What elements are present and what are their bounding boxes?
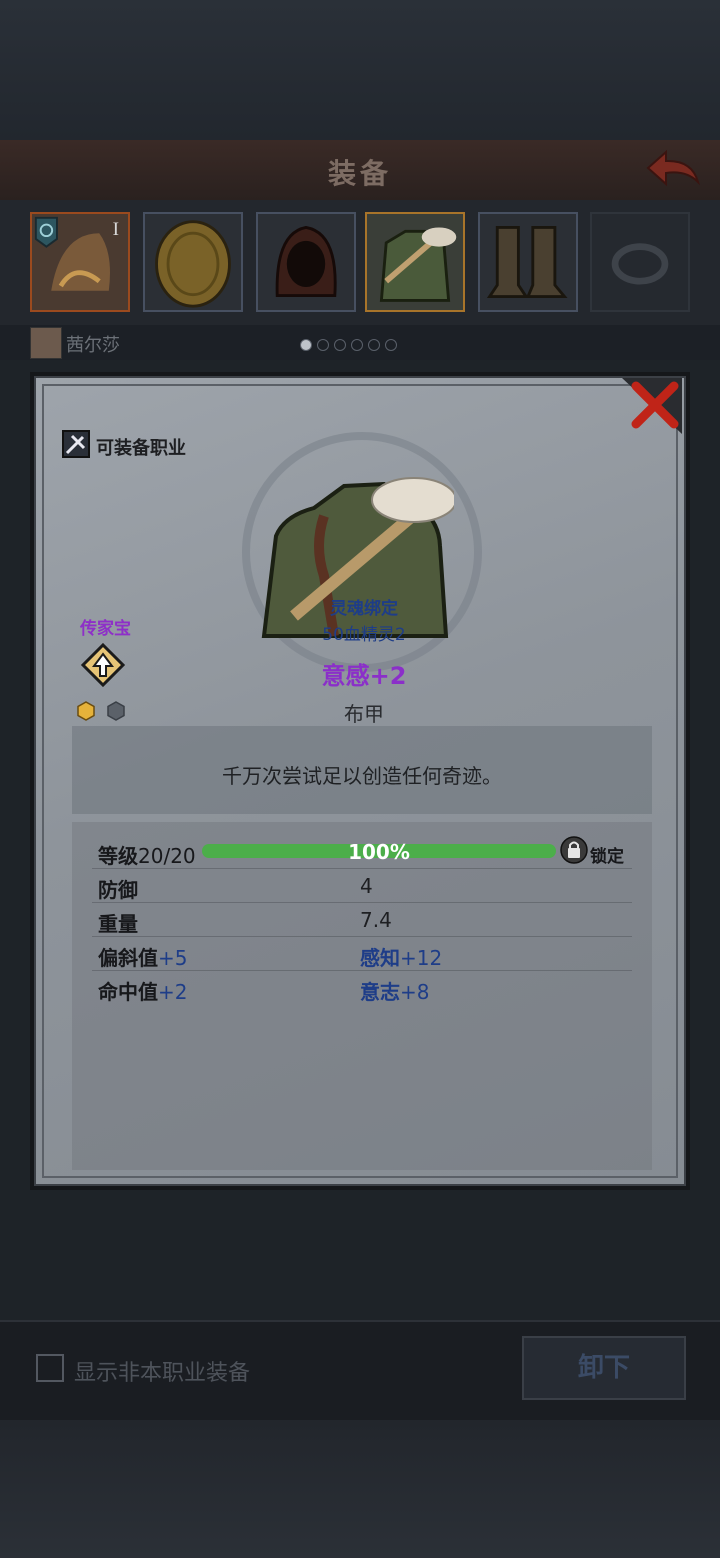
item-bonus: 意感+2: [321, 662, 407, 690]
page-dot: [351, 339, 363, 351]
page-title: 装备: [327, 157, 392, 190]
level-label: 等级20/20: [98, 844, 196, 868]
boots-icon: [480, 214, 576, 310]
character-name: 茜尔莎: [66, 335, 120, 356]
ring-icon: [592, 214, 688, 310]
attribute-right: 感知+12: [360, 946, 443, 970]
stat-name: 防御: [98, 878, 138, 902]
helmet-icon: I: [32, 214, 128, 310]
shield-icon: [145, 214, 241, 310]
stat-row: 防御 4: [92, 868, 632, 903]
stat-value: 4: [360, 874, 373, 898]
heirloom-label: 传家宝: [80, 619, 131, 639]
back-arrow-icon[interactable]: [644, 148, 702, 190]
slot-rank-label: I: [113, 219, 119, 240]
hood-icon: [258, 214, 354, 310]
soulbind-subtitle: 50血精灵2: [322, 625, 406, 645]
armor-icon: [367, 214, 463, 310]
stats-box: 等级20/20 100% 锁定 防御 4 重量 7.4 偏斜值+5 感知+12 …: [72, 822, 652, 1170]
stat-row: 重量 7.4: [92, 902, 632, 937]
attribute-right: 意志+8: [360, 980, 430, 1004]
slot-hood[interactable]: [256, 212, 356, 312]
level-progress-text: 100%: [348, 840, 410, 864]
attribute-row: 命中值+2 意志+8: [92, 970, 632, 1004]
top-background: [0, 0, 720, 140]
attribute-left: 命中值+2: [98, 980, 188, 1004]
show-non-class-checkbox[interactable]: [36, 1354, 64, 1382]
item-detail-panel: 可装备职业 灵魂绑定 50血精灵2 传家宝 意感+2 布甲 千万次尝试足以创造任…: [30, 372, 690, 1190]
equippable-class-label[interactable]: 可装备职业: [96, 434, 186, 460]
equipment-slot-bar: I: [0, 200, 720, 325]
level-row: 等级20/20 100% 锁定: [92, 834, 632, 869]
unequip-button[interactable]: 卸下: [522, 1336, 686, 1400]
flavor-box: 千万次尝试足以创造任何奇迹。: [72, 726, 652, 814]
page-dot: [368, 339, 380, 351]
soulbind-title: 灵魂绑定: [330, 599, 398, 619]
slot-armor[interactable]: [365, 212, 465, 312]
slot-shield[interactable]: [143, 212, 243, 312]
item-type: 布甲: [344, 702, 384, 726]
show-non-class-label[interactable]: 显示非本职业装备: [74, 1355, 250, 1387]
page-dot: [300, 339, 312, 351]
page-dot: [317, 339, 329, 351]
slot-ring[interactable]: [590, 212, 690, 312]
stat-value: 7.4: [360, 908, 392, 932]
bottom-background: [0, 1420, 720, 1558]
attribute-row: 偏斜值+5 感知+12: [92, 936, 632, 971]
slot-helmet[interactable]: I: [30, 212, 130, 312]
page-dot: [334, 339, 346, 351]
stat-name: 重量: [98, 912, 138, 936]
lock-icon[interactable]: [560, 836, 588, 864]
page-dot: [385, 339, 397, 351]
header-bar: 装备: [0, 140, 720, 202]
page-indicator: [300, 336, 402, 355]
class-icon: [62, 430, 90, 458]
flavor-text: 千万次尝试足以创造任何奇迹。: [222, 764, 502, 788]
attribute-left: 偏斜值+5: [98, 946, 188, 970]
slot-boots[interactable]: [478, 212, 578, 312]
character-avatar[interactable]: [30, 327, 62, 359]
lock-label[interactable]: 锁定: [590, 842, 624, 867]
close-icon[interactable]: [622, 378, 682, 434]
